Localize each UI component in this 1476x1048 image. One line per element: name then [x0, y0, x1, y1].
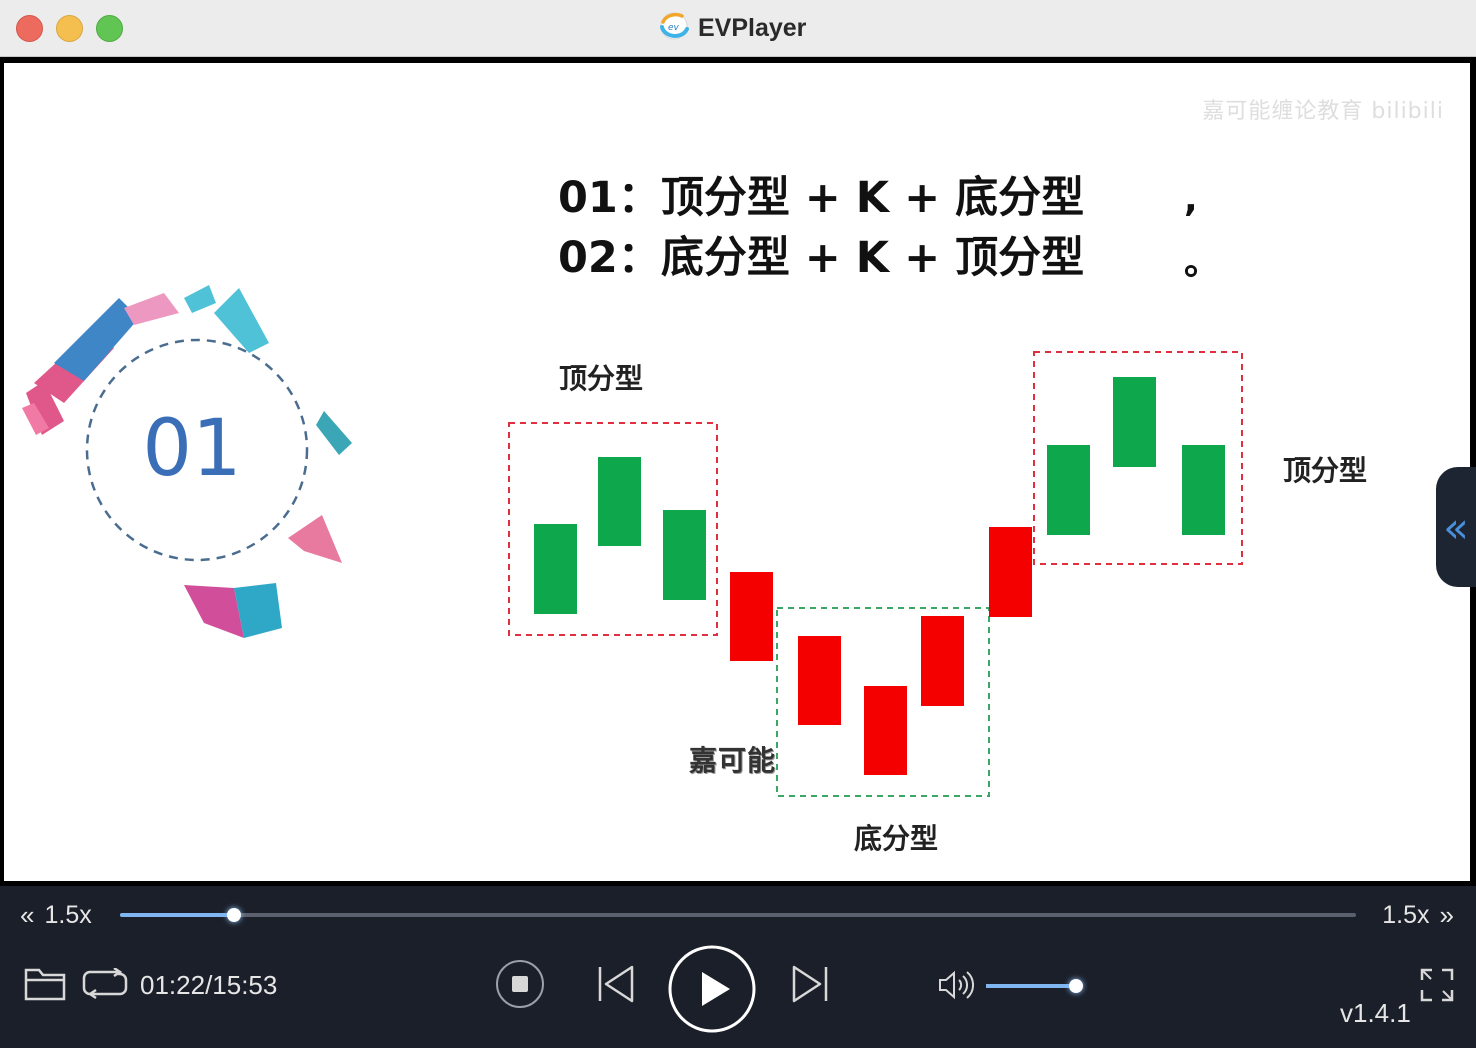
- window-title: EVPlayer: [698, 13, 807, 42]
- window-title-group: ev EVPlayer: [658, 12, 806, 44]
- svg-text:ev: ev: [668, 23, 680, 33]
- play-icon: [668, 945, 756, 1033]
- badge-number: 01: [142, 404, 241, 494]
- video-surface[interactable]: 01 嘉可能缠论教育 bilibili 01：顶分型 + K + 底分型 02：…: [4, 63, 1470, 881]
- seek-bar-handle[interactable]: [226, 908, 241, 922]
- close-window-button[interactable]: [16, 15, 43, 42]
- seek-bar-progress: [120, 913, 234, 917]
- volume-slider[interactable]: [986, 979, 1083, 993]
- candle-red-2: [798, 636, 841, 725]
- double-chevron-left-icon: «: [1443, 502, 1469, 552]
- speed-down-group[interactable]: « 1.5x: [20, 900, 92, 931]
- label-top-fractal-left: 顶分型: [559, 362, 644, 395]
- speed-left-label: 1.5x: [44, 901, 92, 929]
- player-controls: « 1.5x 1.5x » 01:22/15:53 v1.4.1: [0, 886, 1476, 1048]
- volume-button[interactable]: [938, 970, 974, 1000]
- side-panel-handle[interactable]: «: [1436, 467, 1476, 587]
- formula-punct-1: ,: [1184, 179, 1198, 220]
- loop-icon: [82, 968, 128, 1000]
- volume-slider-level: [986, 984, 1076, 988]
- candle-red-5: [989, 527, 1032, 617]
- label-top-fractal-right: 顶分型: [1283, 454, 1368, 487]
- formula-line-1: 01：顶分型 + K + 底分型: [558, 173, 1085, 223]
- stop-icon: [496, 960, 544, 1008]
- maximize-window-button[interactable]: [96, 15, 123, 42]
- fullscreen-button[interactable]: [1420, 968, 1454, 1002]
- double-chevron-right-icon[interactable]: »: [1440, 900, 1454, 931]
- stop-button[interactable]: [495, 959, 545, 1009]
- seek-bar[interactable]: [120, 908, 1356, 922]
- title-bar: ev EVPlayer: [0, 0, 1476, 57]
- candle-green-3: [663, 510, 706, 600]
- play-button[interactable]: [667, 944, 757, 1034]
- candle-green-6: [1182, 445, 1225, 535]
- video-frame: 01 嘉可能缠论教育 bilibili 01：顶分型 + K + 底分型 02：…: [0, 57, 1476, 886]
- loop-button[interactable]: [82, 968, 128, 1000]
- candle-green-5: [1113, 377, 1156, 467]
- volume-slider-handle[interactable]: [1069, 979, 1083, 993]
- folder-icon: [24, 968, 66, 1001]
- candle-red-3: [864, 686, 907, 775]
- skip-next-icon: [792, 965, 828, 1003]
- fullscreen-icon: [1420, 968, 1454, 1002]
- label-bottom-fractal: 底分型: [854, 822, 939, 855]
- formula-punct-2: 。: [1184, 242, 1221, 283]
- volume-icon: [939, 970, 974, 1000]
- previous-button[interactable]: [596, 964, 636, 1004]
- open-file-button[interactable]: [24, 966, 66, 1002]
- minimize-window-button[interactable]: [56, 15, 83, 42]
- next-button[interactable]: [790, 964, 830, 1004]
- candle-green-1: [534, 524, 577, 614]
- double-chevron-left-icon[interactable]: «: [20, 900, 34, 931]
- speed-up-group[interactable]: 1.5x »: [1382, 900, 1454, 931]
- version-label: v1.4.1: [1340, 998, 1411, 1028]
- candle-green-2: [598, 457, 641, 546]
- candle-green-4: [1047, 445, 1090, 535]
- ev-logo-icon: ev: [658, 10, 690, 46]
- speed-right-label: 1.5x: [1382, 901, 1430, 929]
- formula-line-2: 02：底分型 + K + 顶分型: [558, 233, 1085, 283]
- brand-text: 嘉可能: [689, 744, 777, 777]
- candle-red-4: [921, 616, 964, 706]
- candle-red-1: [730, 572, 773, 661]
- video-watermark: 嘉可能缠论教育 bilibili: [1202, 99, 1444, 124]
- time-display: 01:22/15:53: [140, 970, 278, 1000]
- skip-previous-icon: [598, 965, 634, 1003]
